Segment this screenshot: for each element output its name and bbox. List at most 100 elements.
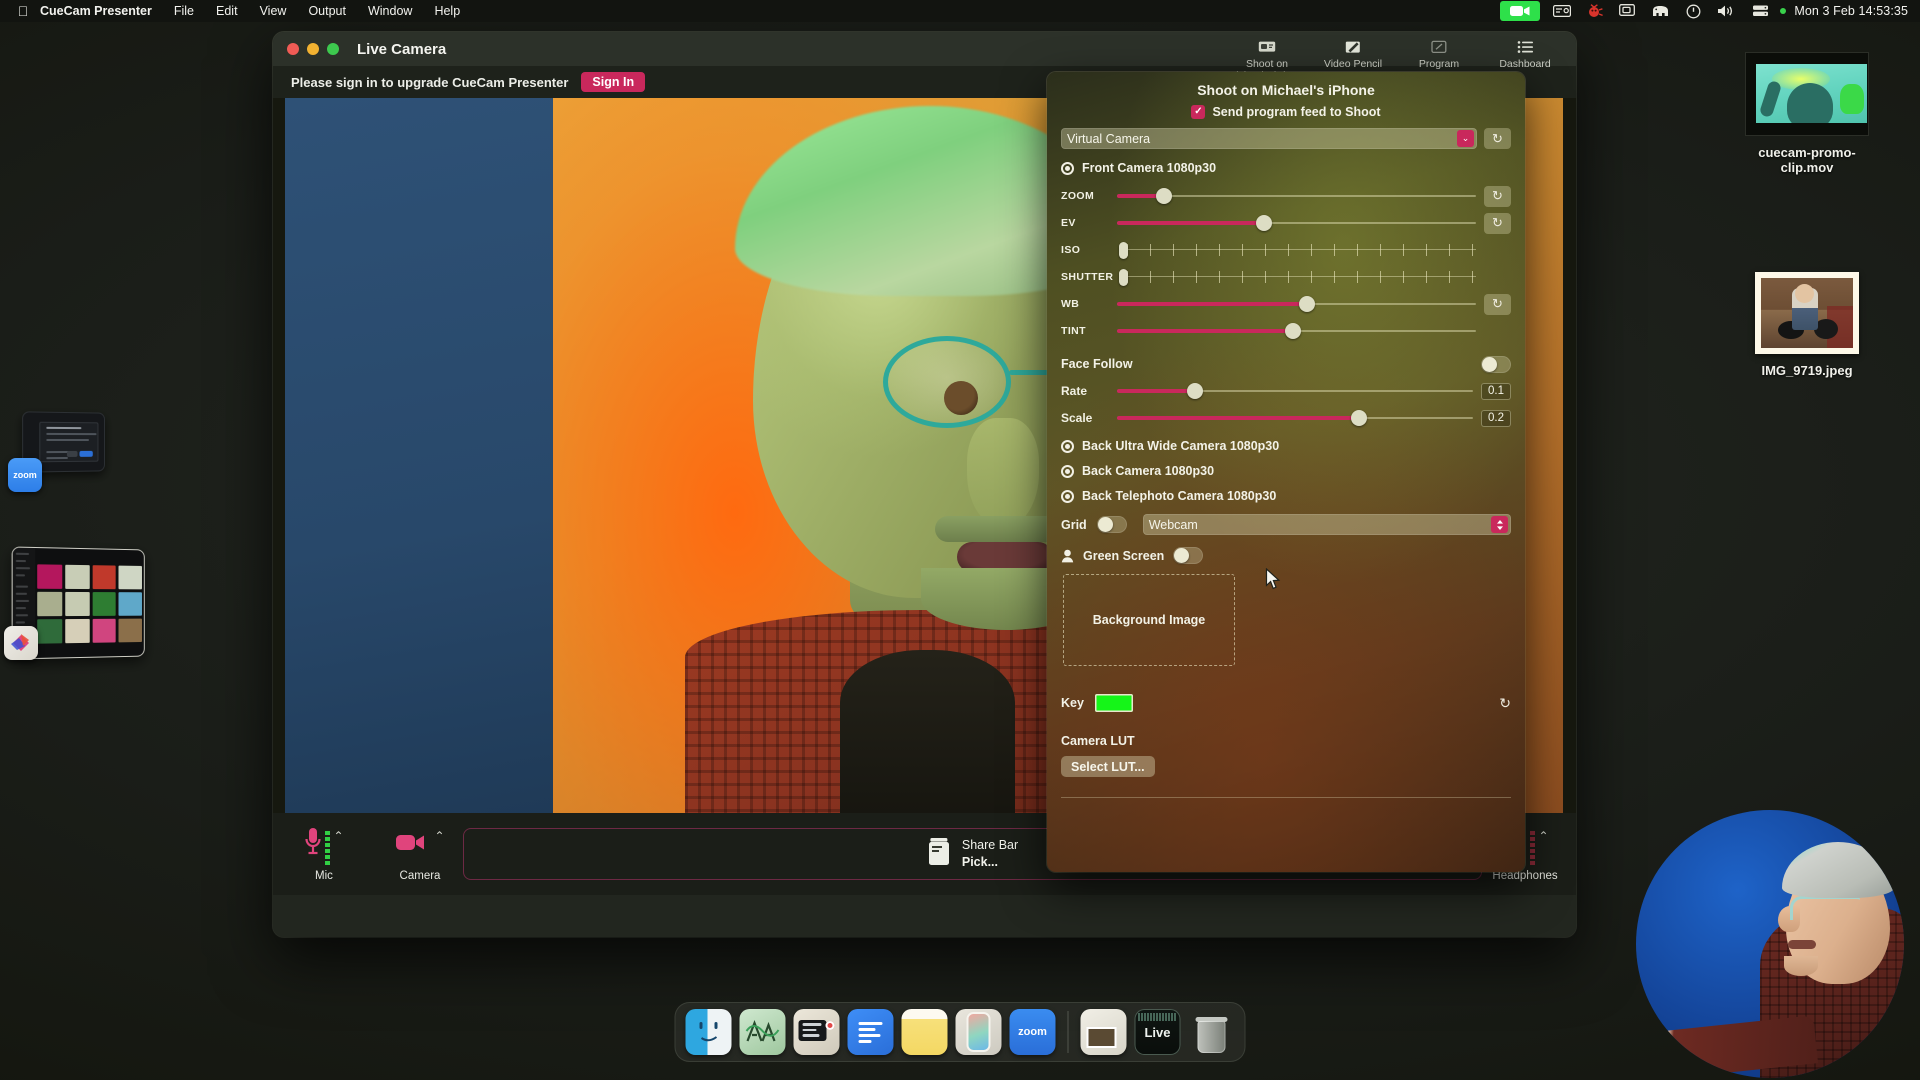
share-bar-action[interactable]: Pick... — [962, 854, 1018, 871]
key-reset-button[interactable]: ↻ — [1499, 695, 1511, 712]
bug-icon[interactable] — [1579, 0, 1611, 22]
minimize-button[interactable] — [307, 43, 319, 55]
dock-item-notes[interactable] — [901, 1009, 948, 1055]
key-color-row[interactable]: Key ↻ — [1061, 694, 1511, 712]
close-button[interactable] — [287, 43, 299, 55]
scale-value[interactable]: 0.2 — [1481, 409, 1511, 427]
desktop-icon-image[interactable]: IMG_9719.jpeg — [1732, 272, 1882, 378]
zoom-reset-button[interactable]: ↻ — [1484, 185, 1511, 207]
minimized-zoom-window[interactable]: zoom — [8, 411, 107, 492]
scale-slider[interactable] — [1117, 407, 1473, 429]
slider-row-wb[interactable]: WB ↻ — [1061, 293, 1511, 315]
window-titlebar[interactable]: Live Camera Shoot on Michael's iPhone Vi… — [273, 32, 1576, 82]
maximize-button[interactable] — [327, 43, 339, 55]
slider-row-tint[interactable]: TINT — [1061, 320, 1511, 342]
slider-row-iso[interactable]: ISO — [1061, 239, 1511, 261]
pencil-screen-icon — [1345, 39, 1361, 55]
rate-slider[interactable] — [1117, 380, 1473, 402]
dock-item-recent-file[interactable] — [1080, 1009, 1127, 1055]
tint-slider[interactable] — [1117, 320, 1476, 342]
panel-divider — [1061, 797, 1511, 798]
desktop-icon-movie[interactable]: cuecam-promo-clip.mov — [1732, 52, 1882, 175]
rate-value[interactable]: 0.1 — [1481, 382, 1511, 400]
slider-row-ev[interactable]: EV ↻ — [1061, 212, 1511, 234]
grid-toggle[interactable] — [1096, 516, 1127, 533]
zoom-slider[interactable] — [1117, 185, 1476, 207]
wb-reset-button[interactable]: ↻ — [1484, 293, 1511, 315]
dock-item-zoom[interactable]: zoom — [1009, 1009, 1056, 1055]
wb-slider[interactable] — [1117, 293, 1476, 315]
menu-view[interactable]: View — [249, 0, 298, 22]
iso-slider[interactable] — [1117, 239, 1476, 261]
background-image-dropzone[interactable]: Background Image — [1063, 574, 1235, 666]
green-screen-toggle[interactable] — [1173, 547, 1204, 564]
camera-badge-icon[interactable] — [1500, 1, 1541, 21]
grid-source-select[interactable]: Webcam — [1142, 514, 1511, 535]
camera-option-ultra-wide[interactable]: Back Ultra Wide Camera 1080p30 — [1061, 439, 1511, 453]
face-follow-row[interactable]: Face Follow — [1061, 352, 1511, 376]
mic-chevron-up-icon[interactable]: ⌃ — [333, 826, 343, 843]
menu-clock[interactable]: Mon 3 Feb 14:53:35 — [1786, 4, 1908, 18]
send-program-feed-checkbox[interactable]: ✓ Send program feed to Shoot — [1061, 105, 1511, 119]
source-select[interactable]: Virtual Camera ⌄ — [1061, 128, 1477, 149]
dock-item-trash[interactable] — [1189, 1009, 1235, 1055]
key-color-swatch[interactable] — [1094, 694, 1133, 712]
camera-control[interactable]: ⌃ Camera — [389, 826, 451, 882]
menu-help[interactable]: Help — [423, 0, 471, 22]
person-icon — [1061, 549, 1074, 563]
headphones-chevron-up-icon[interactable]: ⌃ — [1538, 826, 1548, 843]
menu-output[interactable]: Output — [297, 0, 357, 22]
clock-info-icon[interactable] — [1678, 0, 1709, 22]
toolbar-video-pencil[interactable]: Video Pencil — [1310, 36, 1396, 70]
dock-item-live-app[interactable]: Live — [1134, 1009, 1181, 1055]
apple-logo-icon[interactable]:  — [10, 4, 36, 18]
dock-item-audio-app[interactable] — [739, 1009, 786, 1055]
dock-item-cuecam[interactable] — [793, 1009, 840, 1055]
camera-target-icon — [1061, 464, 1074, 478]
grid-row[interactable]: Grid Webcam — [1061, 514, 1511, 535]
menu-window[interactable]: Window — [357, 0, 423, 22]
ticket-icon[interactable] — [1545, 0, 1579, 22]
microphone-icon[interactable] — [304, 826, 322, 863]
toolbar-dashboard[interactable]: Dashboard — [1482, 36, 1568, 70]
dock-item-iphone-mirroring[interactable] — [955, 1009, 1002, 1055]
front-camera-row[interactable]: Front Camera 1080p30 — [1061, 161, 1511, 175]
camera-option-label: Back Camera 1080p30 — [1082, 464, 1215, 478]
menu-app-name[interactable]: CueCam Presenter — [36, 0, 163, 22]
panel-title: Shoot on Michael's iPhone — [1197, 82, 1375, 98]
sign-in-button[interactable]: Sign In — [581, 72, 646, 92]
slider-label: WB — [1061, 298, 1080, 310]
camera-chevron-up-icon[interactable]: ⌃ — [434, 826, 444, 843]
toolbar-program[interactable]: Program — [1396, 36, 1482, 70]
desktop:  CueCam Presenter File Edit View Output… — [0, 0, 1920, 1080]
dock-live-label: Live — [1144, 1024, 1171, 1040]
camera-option-telephoto[interactable]: Back Telephoto Camera 1080p30 — [1061, 489, 1511, 503]
minimized-browser-window[interactable] — [4, 546, 148, 660]
slider-row-shutter[interactable]: SHUTTER — [1061, 266, 1511, 288]
ev-reset-button[interactable]: ↻ — [1484, 212, 1511, 234]
slider-row-zoom[interactable]: ZOOM ↻ — [1061, 185, 1511, 207]
slider-row-rate[interactable]: Rate 0.1 — [1061, 380, 1511, 402]
volume-icon[interactable] — [1709, 0, 1744, 22]
stepper-icon[interactable] — [1491, 516, 1508, 533]
mastodon-elephant-icon[interactable] — [1643, 0, 1678, 22]
slider-row-scale[interactable]: Scale 0.2 — [1061, 407, 1511, 429]
dock-item-document-app[interactable] — [847, 1009, 894, 1055]
shutter-slider[interactable] — [1117, 266, 1476, 288]
menu-file[interactable]: File — [163, 0, 205, 22]
server-icon[interactable] — [1744, 0, 1777, 22]
mic-control[interactable]: ⌃ Mic — [293, 826, 355, 882]
refresh-sources-button[interactable]: ↻ — [1484, 128, 1511, 149]
select-lut-button[interactable]: Select LUT... — [1061, 756, 1155, 777]
green-screen-row[interactable]: Green Screen — [1061, 547, 1511, 564]
camcorder-icon[interactable] — [395, 826, 425, 860]
green-screen-label: Green Screen — [1083, 548, 1165, 563]
menu-edit[interactable]: Edit — [205, 0, 249, 22]
face-follow-toggle[interactable] — [1481, 355, 1511, 373]
ev-slider[interactable] — [1117, 212, 1476, 234]
camera-option-back[interactable]: Back Camera 1080p30 — [1061, 464, 1511, 478]
chevron-down-icon[interactable]: ⌄ — [1457, 130, 1474, 147]
picture-in-picture-overlay[interactable] — [1636, 810, 1904, 1078]
dock-item-finder[interactable] — [685, 1009, 732, 1055]
screen-mirroring-icon[interactable] — [1611, 0, 1643, 22]
